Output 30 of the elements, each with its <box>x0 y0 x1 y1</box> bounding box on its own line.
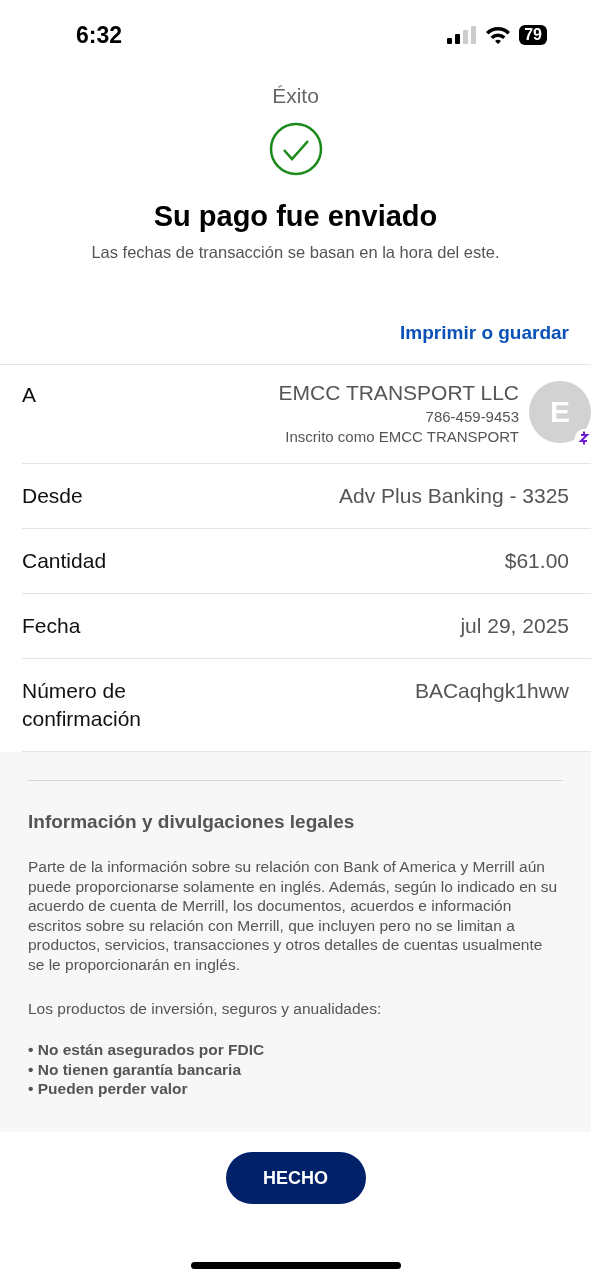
detail-label: Desde <box>22 483 84 509</box>
legal-bullet: • Pueden perder valor <box>28 1079 189 1099</box>
recipient-phone: 786-459-9453 <box>424 408 519 425</box>
recipient-name: EMCC TRANSPORT LLC <box>278 381 519 405</box>
recipient-enrolled-name: Inscrito como EMCC TRANSPORT <box>284 428 519 445</box>
detail-value: BACaqhgk1hww <box>414 678 569 704</box>
zelle-badge-icon <box>575 429 591 447</box>
print-save-link[interactable]: Imprimir o guardar <box>400 322 569 344</box>
legal-paragraph: Los productos de inversión, seguros y anualidades: <box>28 998 383 1019</box>
legal-paragraph: Parte de la información sobre su relación con Bank of America y Merrill aún puede proporcionarse solamente en inglés. Además, según lo indicado en su acuerdo de cuenta de Merrill, los documentos, acuerdos e información escritos sobre su relación con Merrill, que incluyen pero no se limitan a productos, servicios, transacciones y otros detalles de cuentas usualmente se le proporcionarán en inglés. <box>28 857 559 975</box>
success-check-icon <box>268 122 323 176</box>
screen-title: Éxito <box>271 84 320 108</box>
detail-label: Cantidad <box>22 548 108 574</box>
legal-bullet: • No están asegurados por FDIC <box>28 1040 266 1060</box>
status-time: 6:32 <box>76 21 123 49</box>
detail-value: Adv Plus Banking - 3325 <box>339 483 569 509</box>
confirmation-heading: Su pago fue enviado <box>152 200 439 233</box>
legal-heading: Información y divulgaciones legales <box>28 811 356 833</box>
legal-bullet: • No tienen garantía bancaria <box>28 1059 243 1080</box>
signal-icon <box>447 25 478 45</box>
detail-label: Número de confirmación <box>22 678 143 732</box>
done-button[interactable]: HECHO <box>225 1152 366 1204</box>
detail-value: $61.00 <box>504 548 569 574</box>
detail-label: A <box>22 382 37 408</box>
battery-indicator: 79 <box>519 25 547 45</box>
home-indicator[interactable] <box>190 1262 401 1269</box>
detail-value: jul 29, 2025 <box>460 613 569 639</box>
confirmation-note: Las fechas de transacción se basan en la hora del este. <box>90 243 501 262</box>
detail-label: Fecha <box>22 613 82 639</box>
wifi-icon <box>485 25 512 45</box>
